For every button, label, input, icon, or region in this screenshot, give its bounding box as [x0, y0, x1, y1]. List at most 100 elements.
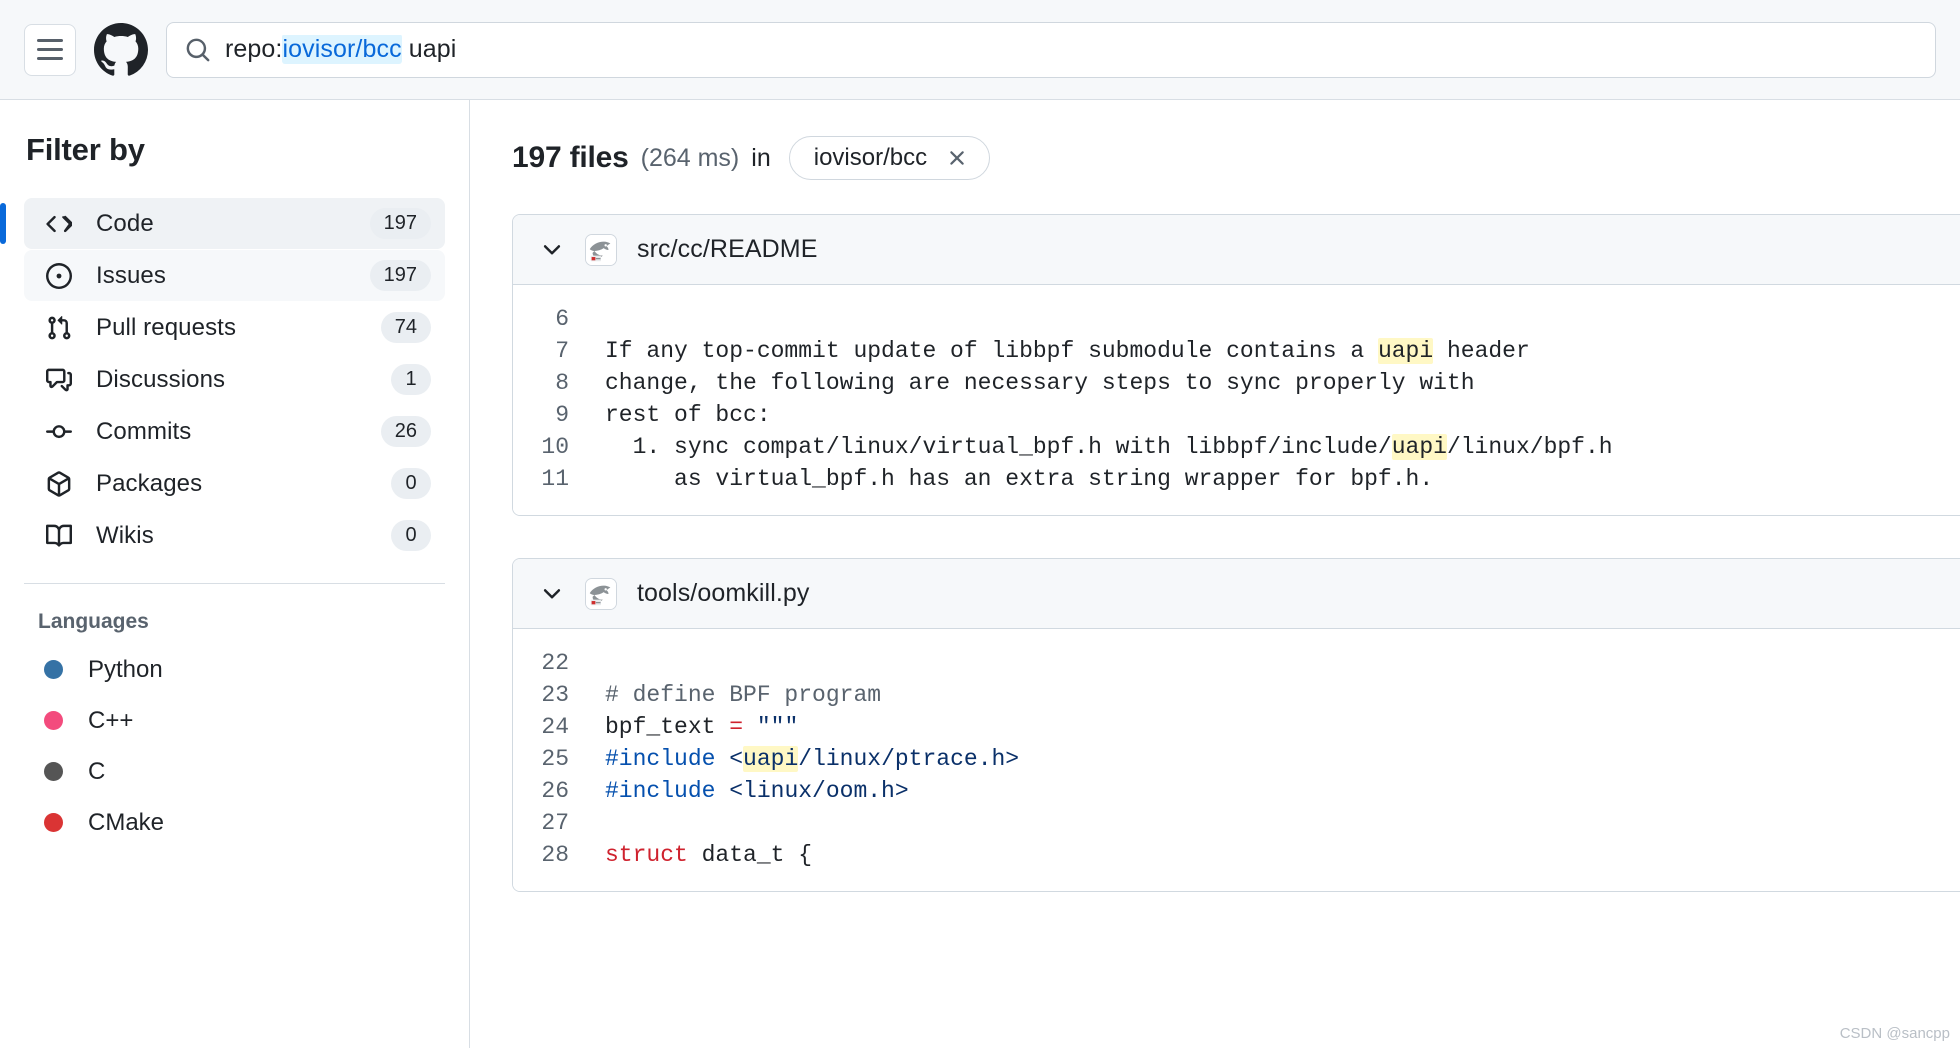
line-number: 28	[513, 839, 605, 871]
line-content: change, the following are necessary step…	[605, 367, 1475, 399]
repo-filter-chip[interactable]: iovisor/bcc	[789, 136, 990, 180]
language-label: C	[88, 758, 105, 786]
code-line: 6	[513, 303, 1960, 335]
line-content: 1. sync compat/linux/virtual_bpf.h with …	[605, 431, 1613, 463]
sidebar-item-label: Code	[96, 210, 370, 238]
sidebar-item-commits[interactable]: Commits 26	[24, 406, 445, 457]
line-content: # define BPF program	[605, 679, 881, 711]
language-item-c[interactable]: C	[24, 746, 445, 797]
line-content	[605, 647, 619, 679]
line-content	[605, 303, 619, 335]
results-count: 197 files	[512, 141, 629, 175]
sidebar-item-pull-requests[interactable]: Pull requests 74	[24, 302, 445, 353]
sidebar-item-issues[interactable]: Issues 197	[24, 250, 445, 301]
sidebar-item-code[interactable]: Code 197	[24, 198, 445, 249]
search-results-panel: 197 files (264 ms) in iovisor/bcc	[470, 100, 1960, 1048]
language-color-dot	[44, 813, 63, 832]
code-line: 27	[513, 807, 1960, 839]
language-item-cmake[interactable]: CMake	[24, 797, 445, 848]
line-number: 22	[513, 647, 605, 679]
code-token: #include	[605, 746, 729, 772]
issue-opened-icon	[44, 261, 74, 291]
sidebar-item-count: 0	[391, 468, 431, 499]
code-result-header[interactable]: tools/oomkill.py	[513, 559, 1960, 629]
line-content: If any top-commit update of libbpf submo…	[605, 335, 1530, 367]
languages-heading: Languages	[38, 610, 445, 634]
code-icon	[44, 209, 74, 239]
search-input[interactable]: repo:iovisor/bcc uapi	[166, 22, 1936, 78]
code-token: """	[757, 714, 798, 740]
sidebar-item-label: Wikis	[96, 522, 391, 550]
code-line: 11 as virtual_bpf.h has an extra string …	[513, 463, 1960, 495]
code-snippet: 6 7If any top-commit update of libbpf su…	[513, 285, 1960, 515]
sidebar-item-count: 0	[391, 520, 431, 551]
line-number: 7	[513, 335, 605, 367]
code-token: #include	[605, 778, 729, 804]
repo-filter-label: iovisor/bcc	[814, 144, 927, 172]
file-path[interactable]: tools/oomkill.py	[637, 579, 810, 608]
code-token: header	[1433, 338, 1530, 364]
line-number: 26	[513, 775, 605, 807]
line-number: 6	[513, 303, 605, 335]
sidebar-item-count: 74	[381, 312, 431, 343]
sidebar-item-packages[interactable]: Packages 0	[24, 458, 445, 509]
code-token: /linux/bpf.h	[1447, 434, 1613, 460]
line-number: 11	[513, 463, 605, 495]
sidebar-item-label: Packages	[96, 470, 391, 498]
line-content: #include <linux/oom.h>	[605, 775, 909, 807]
code-token: data_t {	[688, 842, 812, 868]
code-line: 9rest of bcc:	[513, 399, 1960, 431]
code-token: bpf_text	[605, 714, 729, 740]
code-token: rest of bcc:	[605, 402, 771, 428]
code-line: 10 1. sync compat/linux/virtual_bpf.h wi…	[513, 431, 1960, 463]
code-token: struct	[605, 842, 688, 868]
chevron-down-icon[interactable]	[539, 237, 565, 263]
sidebar-item-count: 1	[391, 364, 431, 395]
book-icon	[44, 521, 74, 551]
line-content: rest of bcc:	[605, 399, 771, 431]
language-item-cpp[interactable]: C++	[24, 695, 445, 746]
line-number: 10	[513, 431, 605, 463]
search-qualifier-highlight: iovisor/bcc	[282, 35, 401, 64]
search-term: uapi	[402, 35, 457, 63]
code-line: 25#include <uapi/linux/ptrace.h>	[513, 743, 1960, 775]
language-label: CMake	[88, 809, 164, 837]
code-token: change, the following are necessary step…	[605, 370, 1475, 396]
language-color-dot	[44, 711, 63, 730]
github-logo[interactable]	[94, 23, 148, 77]
search-query: repo:iovisor/bcc uapi	[225, 35, 456, 64]
iovisor-avatar	[585, 234, 617, 266]
close-icon[interactable]	[945, 146, 969, 170]
code-token: =	[729, 714, 743, 740]
chevron-down-icon[interactable]	[539, 581, 565, 607]
menu-icon[interactable]	[24, 24, 76, 76]
sidebar-item-discussions[interactable]: Discussions 1	[24, 354, 445, 405]
line-number: 24	[513, 711, 605, 743]
sidebar-item-count: 26	[381, 416, 431, 447]
code-result-header[interactable]: src/cc/README	[513, 215, 1960, 285]
code-token	[743, 714, 757, 740]
language-label: C++	[88, 707, 133, 735]
iovisor-avatar	[585, 578, 617, 610]
sidebar-item-count: 197	[370, 260, 431, 291]
code-result-card: src/cc/README 6 7If any top-commit updat…	[512, 214, 1960, 516]
code-line: 22	[513, 647, 1960, 679]
package-icon	[44, 469, 74, 499]
code-token: <	[729, 746, 743, 772]
line-content	[605, 807, 619, 839]
line-number: 9	[513, 399, 605, 431]
code-result-card: tools/oomkill.py 22 23# define BPF progr…	[512, 558, 1960, 892]
line-number: 23	[513, 679, 605, 711]
watermark: CSDN @sancpp	[1840, 1025, 1950, 1042]
language-item-python[interactable]: Python	[24, 644, 445, 695]
line-content: bpf_text = """	[605, 711, 798, 743]
language-label: Python	[88, 656, 163, 684]
sidebar-item-wikis[interactable]: Wikis 0	[24, 510, 445, 561]
results-scope-label: in	[751, 144, 770, 173]
code-token: # define BPF program	[605, 682, 881, 708]
code-token: /linux/ptrace.h>	[798, 746, 1019, 772]
line-content: #include <uapi/linux/ptrace.h>	[605, 743, 1019, 775]
code-token: <linux/oom.h>	[729, 778, 908, 804]
file-path[interactable]: src/cc/README	[637, 235, 817, 264]
sidebar-item-label: Discussions	[96, 366, 391, 394]
